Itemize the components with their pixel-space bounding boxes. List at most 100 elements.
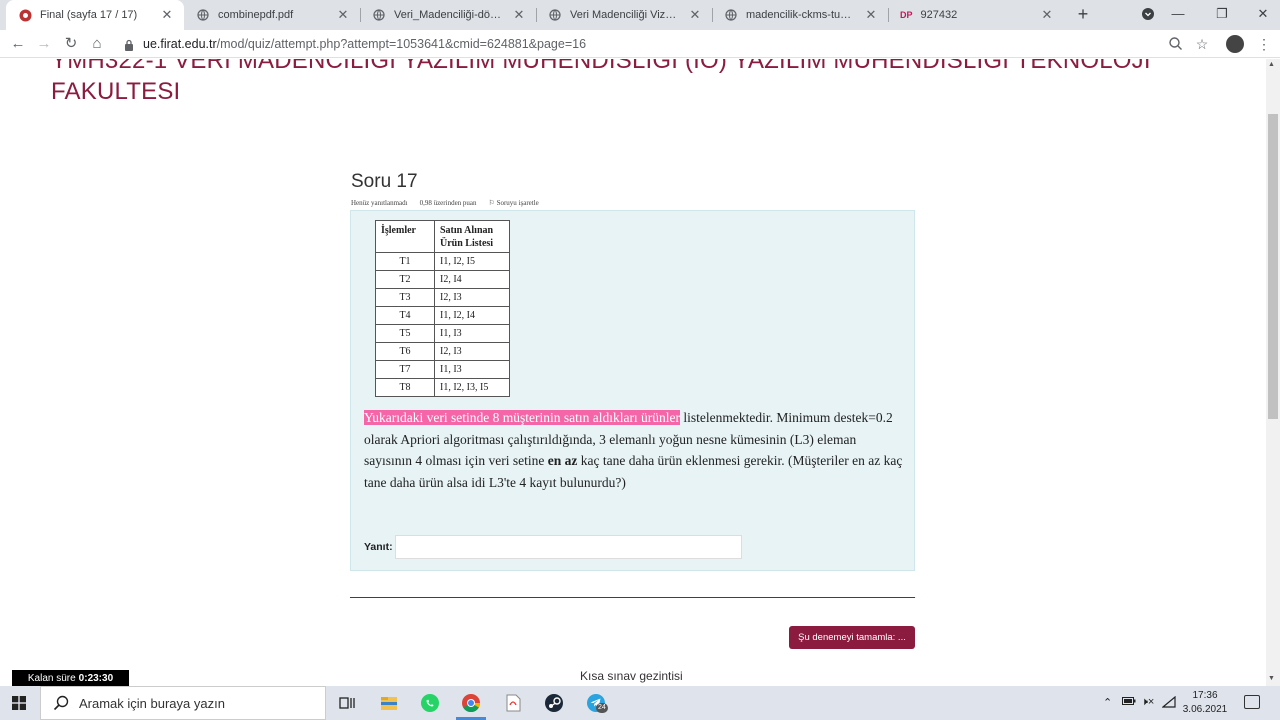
- tab-title: Veri Madenciliği Vize ve Fina: [570, 9, 682, 21]
- tab-search-icon[interactable]: [1138, 4, 1158, 24]
- highlighted-text: Yukarıdaki veri setinde 8 müşterinin sat…: [364, 410, 681, 425]
- scroll-up-icon[interactable]: ▲: [1268, 61, 1275, 68]
- transaction-id: T5: [375, 324, 435, 343]
- transaction-items: I1, I2, I3, I5: [434, 378, 510, 397]
- course-title-line1: YMH322-1 VERİ MADENCİLİĞİ YAZILIM MÜHEND…: [51, 59, 1151, 74]
- network-icon[interactable]: [1161, 695, 1176, 711]
- transaction-items: I2, I3: [434, 288, 510, 307]
- clock-date: 3.06.2021: [1182, 704, 1228, 715]
- flag-question-label: Soruyu işaretle: [496, 199, 539, 207]
- tray-chevron-icon[interactable]: ⌃: [1103, 696, 1112, 709]
- dp-favicon-icon: DP: [900, 10, 913, 20]
- browser-toolbar: ← → ↻ ⌂ ue.firat.edu.tr/mod/quiz/attempt…: [0, 30, 1280, 58]
- flag-question-link[interactable]: ⚐ Soruyu işaretle: [489, 199, 539, 207]
- windows-start-icon[interactable]: [12, 696, 26, 710]
- transaction-id: T3: [375, 288, 435, 307]
- transactions-table: İşlemler Satın Alınan Ürün Listesi T1 I1,…: [375, 220, 510, 397]
- tab-combinepdf[interactable]: combinepdf.pdf ✕: [184, 0, 360, 30]
- table-header-urun-listesi: Satın Alınan Ürün Listesi: [434, 220, 510, 253]
- minimize-icon[interactable]: —: [1168, 4, 1188, 24]
- transaction-items: I1, I2, I4: [434, 306, 510, 325]
- answer-input[interactable]: [395, 535, 742, 559]
- close-tab-icon[interactable]: ✕: [1040, 8, 1054, 22]
- transaction-items: I1, I2, I5: [434, 252, 510, 271]
- tab-veri-madenciligi-vize[interactable]: Veri Madenciliği Vize ve Fina ✕: [536, 0, 712, 30]
- pdf-file-icon[interactable]: [502, 692, 524, 714]
- battery-icon[interactable]: [1122, 696, 1136, 709]
- close-tab-icon[interactable]: ✕: [688, 8, 702, 22]
- table-row: T2 I2, I4: [375, 270, 510, 289]
- course-title: YMH322-1 VERİ MADENCİLİĞİ YAZILIM MÜHEND…: [51, 59, 1201, 107]
- transaction-id: T8: [375, 378, 435, 397]
- table-row: T6 I2, I3: [375, 342, 510, 361]
- tab-title: combinepdf.pdf: [218, 9, 294, 21]
- profile-avatar[interactable]: [1226, 35, 1244, 53]
- section-divider: [350, 597, 915, 598]
- search-icon: [53, 695, 69, 711]
- maximize-icon[interactable]: ❐: [1212, 4, 1232, 24]
- address-bar[interactable]: ue.firat.edu.tr/mod/quiz/attempt.php?att…: [143, 37, 586, 51]
- question-info: Henüz yanıtlanmadı 0,98 üzerinden puan ⚐…: [351, 199, 539, 207]
- close-tab-icon[interactable]: ✕: [864, 8, 878, 22]
- moodle-favicon-icon: [18, 8, 32, 22]
- table-row: T1 I1, I2, I5: [375, 252, 510, 271]
- taskbar-search[interactable]: Aramak için buraya yazın: [40, 686, 326, 720]
- timer-label: Kalan süre: [27, 672, 76, 684]
- close-window-icon[interactable]: ✕: [1253, 4, 1273, 24]
- transaction-id: T7: [375, 360, 435, 379]
- tab-title: Final (sayfa 17 / 17): [40, 9, 138, 21]
- task-view-icon[interactable]: [336, 692, 358, 714]
- notifications-icon[interactable]: [1244, 695, 1260, 709]
- table-row: T7 I1, I3: [375, 360, 510, 379]
- tab-final[interactable]: Final (sayfa 17 / 17) ✕: [6, 0, 184, 30]
- new-tab-button[interactable]: +: [1073, 5, 1093, 25]
- speaker-muted-icon[interactable]: 🕨×: [1141, 696, 1154, 709]
- taskbar-clock[interactable]: 17:36 3.06.2021: [1182, 689, 1228, 717]
- question-points: 0,98 üzerinden puan: [419, 199, 477, 207]
- telegram-icon[interactable]: 24: [585, 692, 608, 714]
- globe-icon: [548, 8, 562, 22]
- file-explorer-icon[interactable]: [378, 692, 400, 714]
- url-path: /mod/quiz/attempt.php?attempt=1053641&cm…: [216, 37, 587, 51]
- transaction-items: I1, I3: [434, 360, 510, 379]
- zoom-icon[interactable]: [1165, 34, 1185, 54]
- search-placeholder: Aramak için buraya yazın: [79, 695, 225, 711]
- question-text-bold: en az: [547, 453, 578, 468]
- quiz-navigation-label[interactable]: Kısa sınav gezintisi: [580, 669, 683, 683]
- close-tab-icon[interactable]: ✕: [160, 8, 174, 22]
- forward-arrow-icon[interactable]: →: [34, 34, 54, 54]
- tab-927432[interactable]: DP 927432 ✕: [888, 0, 1064, 30]
- clock-time: 17:36: [1192, 690, 1218, 701]
- browser-tab-bar: Final (sayfa 17 / 17) ✕ combinepdf.pdf ✕…: [0, 0, 1280, 30]
- header-line2: Ürün Listesi: [440, 237, 494, 249]
- finish-attempt-button[interactable]: Şu denemeyi tamamla: ...: [789, 626, 915, 649]
- globe-icon: [196, 8, 210, 22]
- globe-icon: [372, 8, 386, 22]
- home-icon[interactable]: ⌂: [87, 34, 107, 54]
- transaction-items: I1, I3: [434, 324, 510, 343]
- tab-title: 927432: [920, 9, 958, 21]
- url-host: ue.firat.edu.tr: [143, 37, 217, 51]
- table-header-islemler: İşlemler: [375, 220, 435, 253]
- close-tab-icon[interactable]: ✕: [336, 8, 350, 22]
- table-row: T8 I1, I2, I3, I5: [375, 378, 510, 397]
- scrollbar-thumb[interactable]: [1268, 114, 1278, 419]
- steam-icon[interactable]: [543, 692, 565, 714]
- close-tab-icon[interactable]: ✕: [512, 8, 526, 22]
- bookmark-star-icon[interactable]: ☆: [1192, 34, 1212, 54]
- menu-kebab-icon[interactable]: ⋮: [1254, 34, 1274, 54]
- table-row: T3 I2, I3: [375, 288, 510, 307]
- tab-madencilik-ckms[interactable]: madencilik-ckms-tum-sorul ✕: [712, 0, 888, 30]
- flag-icon: ⚐: [488, 199, 497, 207]
- scroll-down-icon[interactable]: ▼: [1268, 675, 1275, 682]
- table-header-row: İşlemler Satın Alınan Ürün Listesi: [375, 220, 510, 253]
- transaction-items: I2, I4: [434, 270, 510, 289]
- table-row: T4 I1, I2, I4: [375, 306, 510, 325]
- lock-icon[interactable]: [124, 38, 134, 51]
- whatsapp-icon[interactable]: [419, 692, 441, 714]
- transaction-id: T6: [375, 342, 435, 361]
- chrome-icon[interactable]: [460, 692, 482, 714]
- tab-veri-madenciligi-donusturu[interactable]: Veri_Madenciliği-dönüştürü ✕: [360, 0, 536, 30]
- reload-icon[interactable]: ↻: [61, 34, 81, 54]
- back-arrow-icon[interactable]: ←: [8, 34, 28, 54]
